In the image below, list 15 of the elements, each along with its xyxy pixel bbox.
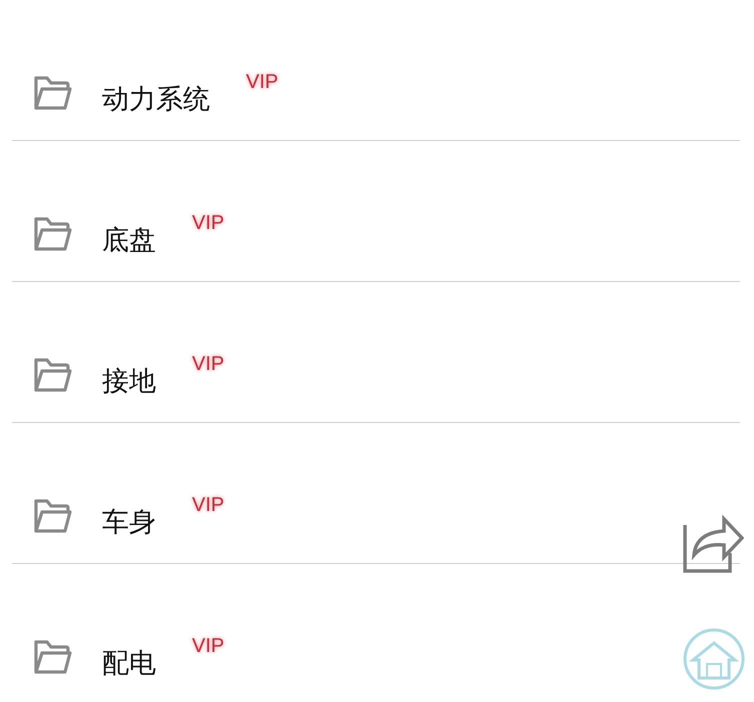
vip-label: VIP bbox=[192, 354, 224, 374]
vip-label: VIP bbox=[192, 213, 224, 234]
vip-label: VIP bbox=[192, 495, 224, 516]
vip-label: VIP bbox=[246, 72, 278, 92]
folder-name[interactable]: 动力系统 bbox=[102, 84, 210, 116]
vip-label: VIP bbox=[192, 636, 224, 656]
folder-icon bbox=[32, 638, 72, 676]
folder-name[interactable]: 接地 bbox=[102, 366, 156, 398]
folder-icon bbox=[32, 215, 72, 254]
folder-icon bbox=[32, 356, 72, 394]
folder-icon bbox=[32, 497, 72, 536]
folder-name[interactable]: 车身 bbox=[102, 507, 156, 540]
folder-name[interactable]: 配电 bbox=[102, 648, 156, 680]
folder-icon bbox=[32, 74, 72, 112]
folder-name[interactable]: 底盘 bbox=[102, 225, 156, 258]
